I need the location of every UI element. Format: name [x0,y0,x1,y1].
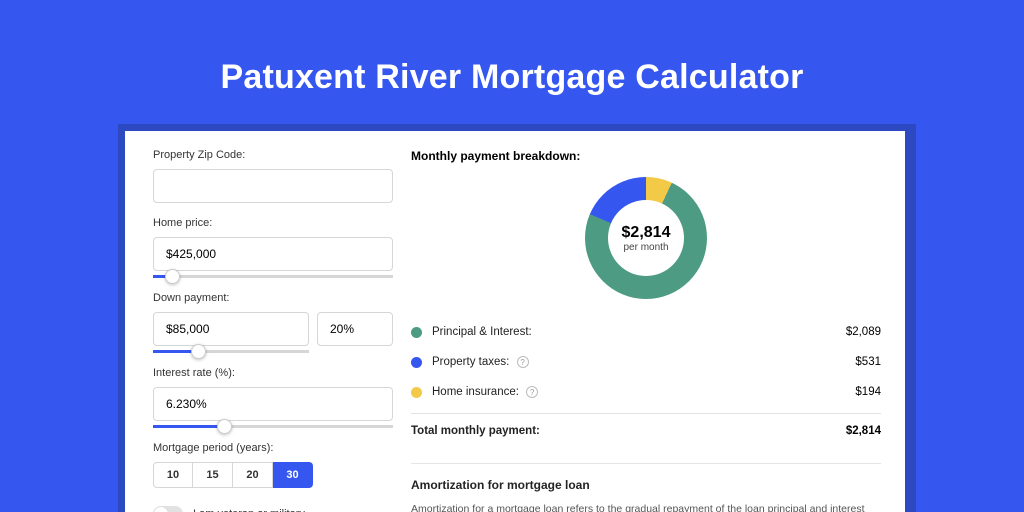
down-payment-row [153,312,397,346]
period-option-30[interactable]: 30 [273,462,313,488]
breakdown-row-principal: Principal & Interest: $2,089 [411,317,881,347]
down-payment-label: Down payment: [153,292,397,304]
zip-field-block: Property Zip Code: [153,149,397,203]
donut-chart-wrap: $2,814 per month [411,177,881,299]
down-payment-pct-input[interactable] [317,312,393,346]
home-price-input[interactable] [153,237,393,271]
donut-amount: $2,814 [622,224,671,242]
zip-label: Property Zip Code: [153,149,397,161]
interest-rate-label: Interest rate (%): [153,367,397,379]
veteran-label: I am veteran or military [193,508,305,512]
breakdown-value: $2,089 [846,326,881,338]
amortization-section: Amortization for mortgage loan Amortizat… [411,463,881,512]
home-price-block: Home price: [153,217,397,278]
down-payment-slider[interactable] [153,350,309,353]
breakdown-value: $531 [855,356,881,368]
interest-rate-input[interactable] [153,387,393,421]
dot-icon [411,357,422,368]
breakdown-label-text: Home insurance: [432,386,519,398]
donut-sublabel: per month [623,242,668,253]
breakdown-title: Monthly payment breakdown: [411,149,881,163]
dot-icon [411,327,422,338]
donut-chart: $2,814 per month [585,177,707,299]
period-option-10[interactable]: 10 [153,462,193,488]
total-label: Total monthly payment: [411,425,846,437]
down-payment-block: Down payment: [153,292,397,353]
breakdown-label: Principal & Interest: [432,326,846,338]
page-title: Patuxent River Mortgage Calculator [0,0,1024,97]
interest-rate-slider[interactable] [153,425,393,428]
breakdown-label: Property taxes: ? [432,356,855,369]
period-option-15[interactable]: 15 [193,462,233,488]
dot-icon [411,387,422,398]
slider-thumb[interactable] [217,419,232,434]
mortgage-period-label: Mortgage period (years): [153,442,397,454]
period-button-group: 10 15 20 30 [153,462,397,488]
home-price-label: Home price: [153,217,397,229]
info-icon[interactable]: ? [526,386,538,398]
breakdown-row-insurance: Home insurance: ? $194 [411,377,881,407]
toggle-knob [154,507,168,512]
home-price-slider[interactable] [153,275,393,278]
calculator-panel: Property Zip Code: Home price: Down paym… [125,131,905,512]
slider-thumb[interactable] [191,344,206,359]
slider-thumb[interactable] [165,269,180,284]
period-option-20[interactable]: 20 [233,462,273,488]
breakdown-row-taxes: Property taxes: ? $531 [411,347,881,377]
page-backdrop: Patuxent River Mortgage Calculator Prope… [0,0,1024,512]
mortgage-period-block: Mortgage period (years): 10 15 20 30 [153,442,397,488]
amortization-text: Amortization for a mortgage loan refers … [411,502,881,512]
veteran-toggle-row: I am veteran or military [153,506,397,512]
zip-input[interactable] [153,169,393,203]
interest-rate-block: Interest rate (%): [153,367,397,428]
breakdown-label: Home insurance: ? [432,386,855,399]
total-value: $2,814 [846,425,881,437]
slider-fill [153,425,223,428]
info-icon[interactable]: ? [517,356,529,368]
donut-center: $2,814 per month [608,200,684,276]
breakdown-label-text: Property taxes: [432,356,509,368]
breakdown-row-total: Total monthly payment: $2,814 [411,413,881,447]
inputs-column: Property Zip Code: Home price: Down paym… [125,131,397,512]
veteran-toggle[interactable] [153,506,183,512]
breakdown-column: Monthly payment breakdown: $2,814 per mo… [397,131,905,512]
amortization-title: Amortization for mortgage loan [411,478,881,492]
down-payment-amount-input[interactable] [153,312,309,346]
breakdown-value: $194 [855,386,881,398]
